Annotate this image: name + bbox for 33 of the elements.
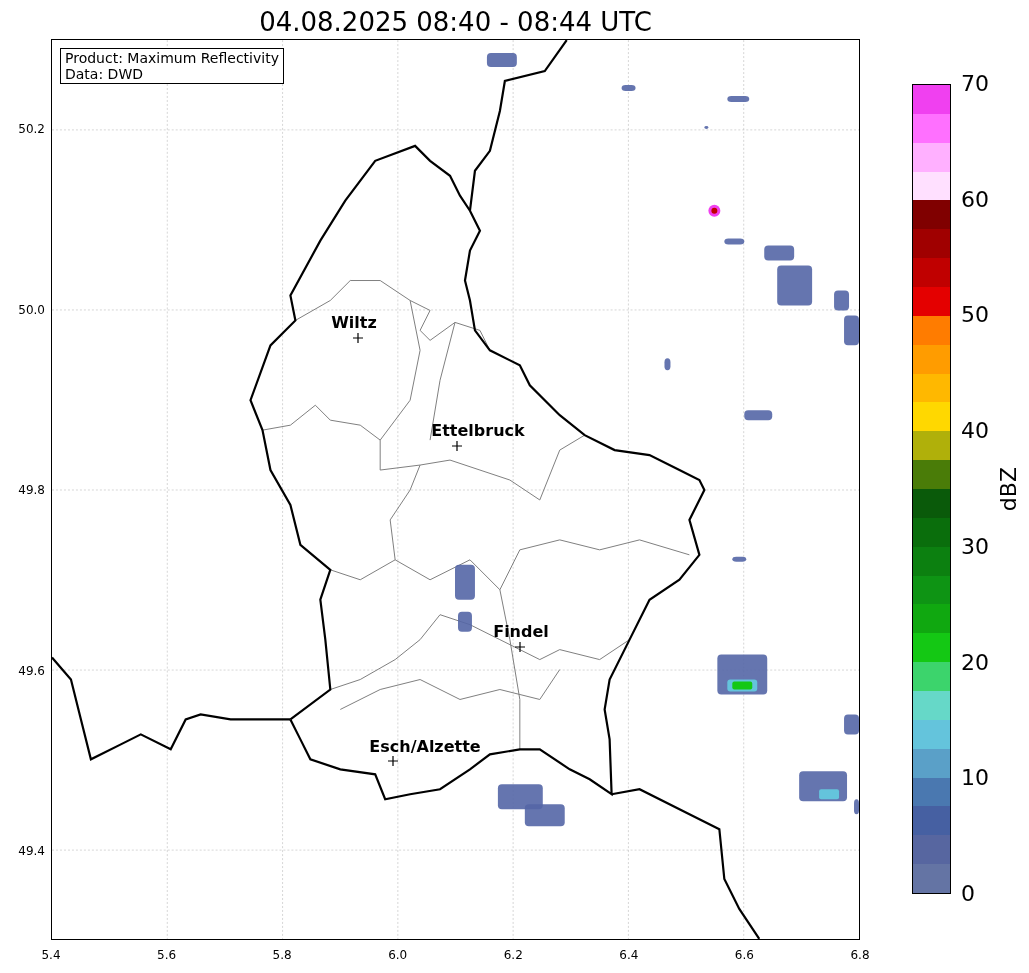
x-tick-label: 5.4 <box>41 948 61 962</box>
city-label: Wiltz <box>331 314 377 332</box>
colorbar-tick-label: 20 <box>961 650 989 675</box>
colorbar-label: dBZ <box>997 467 1021 512</box>
y-tick-label: 49.4 <box>18 844 45 858</box>
y-tick-label: 50.2 <box>18 122 45 136</box>
city-marker-icon <box>388 756 398 766</box>
x-tick-label: 6.8 <box>850 948 870 962</box>
colorbar-tick-label: 10 <box>961 766 989 791</box>
city-label: Findel <box>493 623 549 641</box>
colorbar-tick-label: 30 <box>961 534 989 559</box>
city-marker-icon <box>353 333 363 343</box>
x-tick-label: 6.2 <box>503 948 523 962</box>
x-tick-label: 6.4 <box>619 948 639 962</box>
city-label: Ettelbruck <box>431 422 525 440</box>
colorbar-tick-label: 60 <box>961 187 989 212</box>
info-text: Product: Maximum Reflectivity <box>65 50 279 66</box>
x-tick-label: 5.8 <box>272 948 292 962</box>
city-marker-icon <box>515 642 525 652</box>
chart-title: 04.08.2025 08:40 - 08:44 UTC <box>259 6 652 39</box>
x-tick-label: 6.6 <box>734 948 754 962</box>
colorbar-tick-label: 0 <box>961 882 975 906</box>
x-tick-label: 5.6 <box>157 948 177 962</box>
city-marker-icon <box>452 441 462 451</box>
colorbar-tick-label: 50 <box>961 303 989 328</box>
info-text: Data: DWD <box>65 66 144 82</box>
colorbar-tick-label: 40 <box>961 419 989 444</box>
y-tick-label: 49.8 <box>18 483 45 497</box>
y-tick-label: 49.6 <box>18 663 45 678</box>
colorbar-tick-label: 70 <box>961 72 989 96</box>
x-tick-label: 6.0 <box>388 948 408 962</box>
y-tick-label: 50.0 <box>18 302 45 317</box>
city-label: Esch/Alzette <box>369 738 481 756</box>
